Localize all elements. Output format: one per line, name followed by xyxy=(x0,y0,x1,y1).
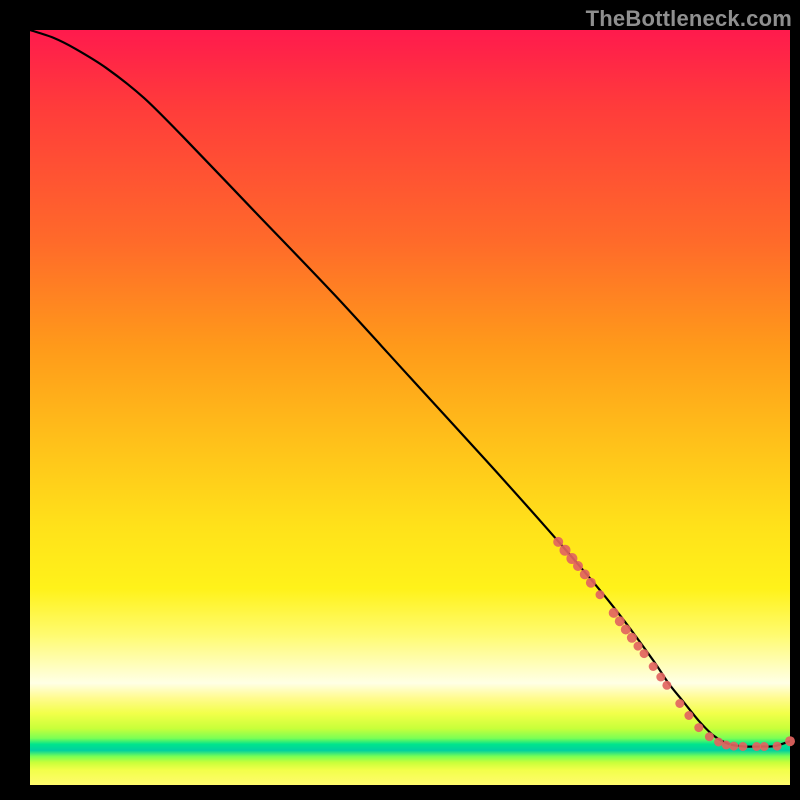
highlight-point xyxy=(773,742,782,751)
chart-svg xyxy=(30,30,790,785)
highlight-point xyxy=(662,681,671,690)
highlight-point xyxy=(634,642,643,651)
highlight-point xyxy=(621,625,631,635)
highlight-point xyxy=(596,590,605,599)
highlight-point xyxy=(684,711,693,720)
highlight-point xyxy=(573,561,583,571)
highlight-point xyxy=(656,673,665,682)
chart-plot-area xyxy=(30,30,790,785)
highlight-point xyxy=(760,742,769,751)
highlight-point xyxy=(785,736,795,746)
highlight-point xyxy=(729,742,738,751)
highlight-point xyxy=(615,616,625,626)
highlight-point xyxy=(640,649,649,658)
highlight-point xyxy=(738,742,747,751)
bottleneck-curve xyxy=(30,30,790,747)
highlight-point xyxy=(627,633,637,643)
highlight-points xyxy=(553,537,795,751)
watermark-text: TheBottleneck.com xyxy=(0,6,792,32)
highlight-point xyxy=(609,608,619,618)
highlight-point xyxy=(694,723,703,732)
highlight-point xyxy=(722,741,731,750)
highlight-point xyxy=(580,569,590,579)
highlight-point xyxy=(586,578,596,588)
highlight-point xyxy=(553,537,563,547)
highlight-point xyxy=(675,699,684,708)
highlight-point xyxy=(705,732,714,741)
highlight-point xyxy=(649,662,658,671)
